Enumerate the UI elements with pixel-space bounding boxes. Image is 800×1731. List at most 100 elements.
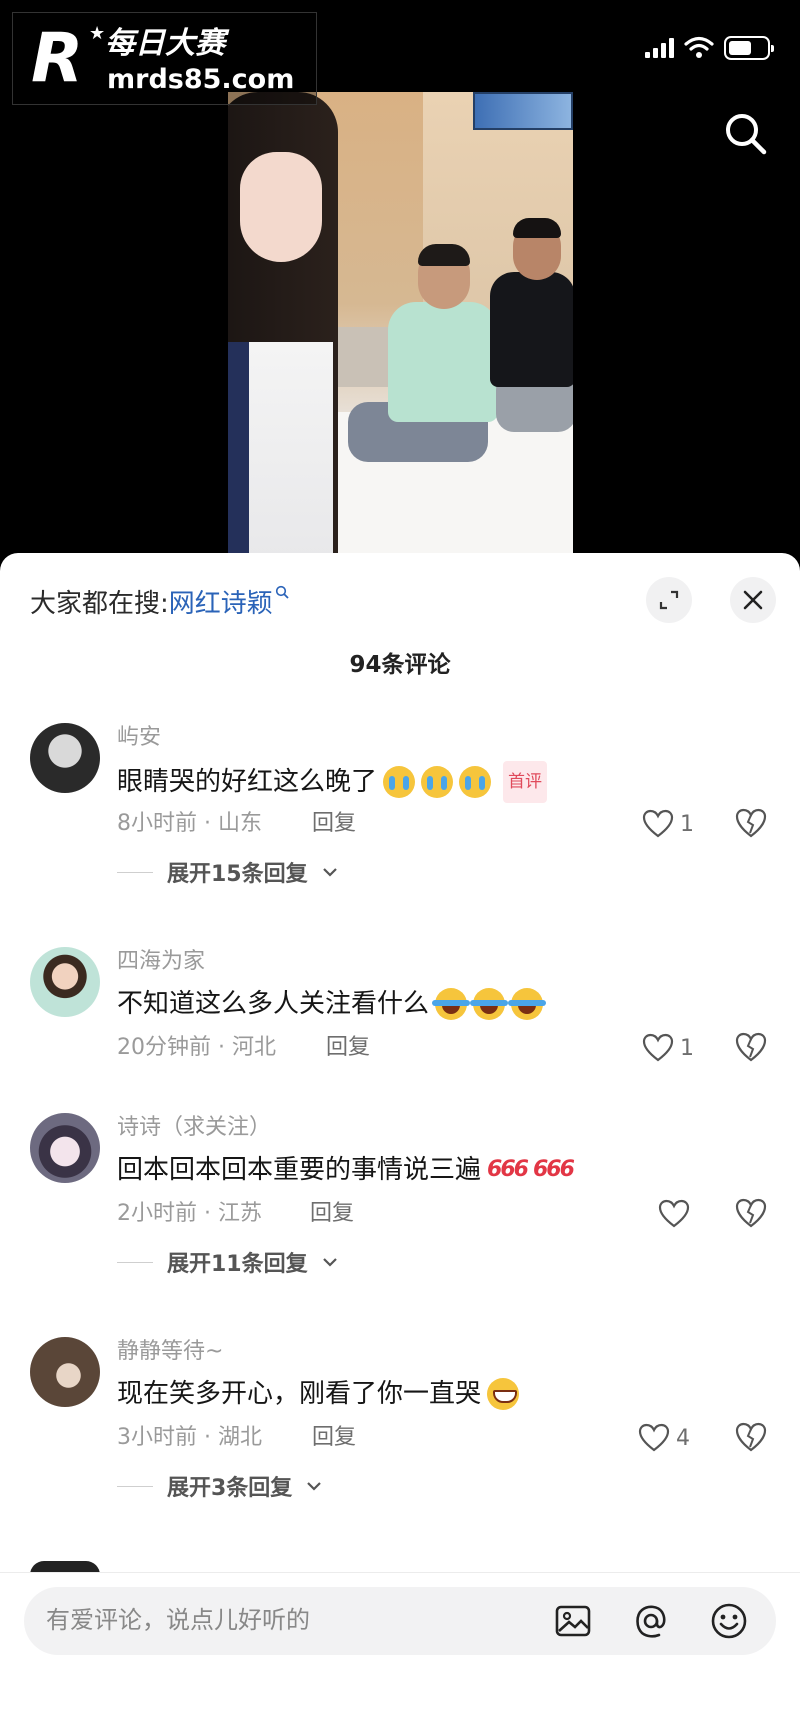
comment-body: 回本回本回本重要的事情说三遍 (117, 1155, 482, 1185)
rolling-laughing-face-icon (432, 988, 471, 1020)
search-small-icon (275, 584, 289, 603)
avatar[interactable] (30, 1113, 100, 1183)
expand-replies-label: 展开11条回复 (167, 1252, 308, 1277)
comment-input[interactable] (46, 1587, 526, 1655)
image-icon (555, 1605, 591, 1637)
chevron-down-icon (322, 868, 337, 877)
heart-icon (638, 1423, 670, 1452)
comment-count: 94条评论 (349, 652, 451, 678)
avatar[interactable] (30, 947, 100, 1017)
divider-line (117, 871, 153, 873)
comment-username[interactable]: 屿安 (117, 723, 161, 753)
video-frame[interactable] (228, 92, 573, 562)
video-person-body (228, 342, 333, 562)
broken-heart-icon (735, 1422, 767, 1452)
loudly-crying-face-icon (459, 766, 492, 798)
dislike-button[interactable] (734, 1197, 768, 1231)
watermark-logo: R ★ 每日大赛 mrds85.com (12, 12, 317, 105)
avatar[interactable] (30, 1337, 100, 1407)
grinning-face-icon (487, 1378, 520, 1410)
reply-button[interactable]: 回复 (312, 1423, 356, 1453)
chevron-down-icon (322, 1258, 337, 1267)
rolling-laughing-face-icon (508, 988, 547, 1020)
image-button[interactable] (554, 1602, 592, 1640)
chevron-down-icon (307, 1482, 322, 1491)
emoji-button[interactable] (710, 1602, 748, 1640)
comment-text: 不知道这么多人关注看什么 (117, 985, 547, 1023)
battery-icon (724, 36, 774, 60)
like-count: 4 (676, 1425, 690, 1451)
dislike-button[interactable] (734, 1421, 768, 1455)
search-icon (726, 114, 767, 155)
like-button[interactable]: 4 (638, 1421, 690, 1455)
reply-button[interactable]: 回复 (310, 1199, 354, 1229)
watermark-url: mrds85.com (107, 64, 295, 95)
comment-time-location: 8小时前 · 山东 (117, 811, 262, 836)
broken-heart-icon (735, 1032, 767, 1062)
loudly-crying-face-icon (421, 766, 454, 798)
comment-username[interactable]: 诗诗（求关注） (117, 1113, 271, 1143)
search-suggestion[interactable]: 大家都在搜: 网红诗颖 (30, 581, 289, 621)
video-area: R ★ 每日大赛 mrds85.com (0, 0, 800, 562)
first-comment-badge: 首评 (503, 761, 548, 803)
avatar[interactable] (30, 723, 100, 793)
expand-replies-button[interactable]: 展开3条回复 (117, 1471, 322, 1501)
comment-text: 回本回本回本重要的事情说三遍 666 666 (117, 1151, 575, 1189)
wifi-icon (684, 36, 714, 58)
comment-body: 眼睛哭的好红这么晚了 (117, 767, 378, 797)
watermark-title: 每日大赛 (105, 26, 225, 61)
broken-heart-icon (735, 1198, 767, 1228)
divider-line (117, 1485, 153, 1487)
expand-replies-label: 展开15条回复 (167, 862, 308, 887)
expand-replies-button[interactable]: 展开11条回复 (117, 1247, 338, 1277)
video-person-face (240, 152, 322, 262)
search-button[interactable] (722, 110, 770, 158)
expand-icon (659, 590, 679, 610)
comment-item: 静静等待~ 现在笑多开心，刚看了你一直哭 3小时前 · 湖北 回复 4 展开3条… (0, 1337, 800, 1537)
cellular-signal-icon (645, 38, 674, 58)
comment-username[interactable]: 静静等待~ (117, 1337, 223, 1367)
comment-sheet: 大家都在搜: 网红诗颖 94条评论 屿安 眼睛哭的好红这么晚了 首评 8小时前 … (0, 553, 800, 1731)
heart-icon (642, 809, 674, 838)
comment-text: 眼睛哭的好红这么晚了 首评 (117, 761, 548, 803)
reply-button[interactable]: 回复 (326, 1033, 370, 1063)
video-person-body (490, 272, 573, 387)
rolling-laughing-face-icon (470, 988, 509, 1020)
comment-item: 屿安 眼睛哭的好红这么晚了 首评 8小时前 · 山东 回复 1 展开15条回复 (0, 723, 800, 923)
dislike-button[interactable] (734, 1031, 768, 1065)
comment-input-bar (0, 1572, 800, 1731)
video-painting (473, 92, 573, 130)
fullscreen-button[interactable] (646, 577, 692, 623)
divider-line (117, 1261, 153, 1263)
search-suggestion-keyword[interactable]: 网红诗颖 (169, 583, 273, 620)
like-button[interactable]: 1 (642, 1031, 694, 1065)
like-button[interactable]: 1 (642, 807, 694, 841)
close-button[interactable] (730, 577, 776, 623)
mention-button[interactable] (632, 1602, 670, 1640)
comment-time-location: 20分钟前 · 河北 (117, 1035, 276, 1060)
comment-time-location: 3小时前 · 湖北 (117, 1425, 262, 1450)
comment-time-location: 2小时前 · 江苏 (117, 1201, 262, 1226)
666-icon: 666 (487, 1157, 529, 1182)
comment-username[interactable]: 四海为家 (117, 947, 205, 977)
expand-replies-label: 展开3条回复 (167, 1476, 293, 1501)
expand-replies-button[interactable]: 展开15条回复 (117, 857, 338, 887)
comment-body: 不知道这么多人关注看什么 (117, 989, 430, 1019)
broken-heart-icon (735, 808, 767, 838)
smiley-icon (711, 1603, 747, 1639)
heart-icon (658, 1199, 690, 1228)
video-person-hair (418, 244, 470, 266)
like-count: 1 (680, 811, 694, 837)
star-icon: ★ (89, 23, 106, 44)
comment-item: 四海为家 不知道这么多人关注看什么 20分钟前 · 河北 回复 1 (0, 947, 800, 1087)
heart-icon (642, 1033, 674, 1062)
comment-input-box[interactable] (24, 1587, 776, 1655)
like-count: 1 (680, 1035, 694, 1061)
watermark-letter: R (31, 19, 83, 98)
close-icon (743, 590, 763, 610)
reply-button[interactable]: 回复 (312, 809, 356, 839)
dislike-button[interactable] (734, 807, 768, 841)
like-button[interactable] (658, 1197, 696, 1231)
comment-text: 现在笑多开心，刚看了你一直哭 (117, 1375, 520, 1413)
search-suggestion-prefix: 大家都在搜: (30, 588, 169, 619)
